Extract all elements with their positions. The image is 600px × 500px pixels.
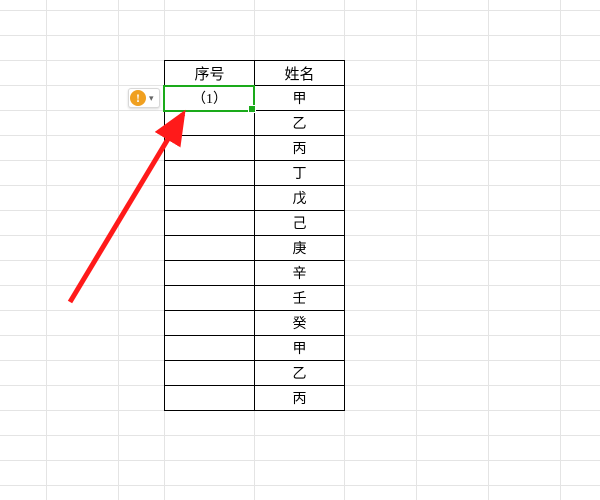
table-row: 己 xyxy=(165,211,345,236)
error-smart-tag[interactable]: ! ▾ xyxy=(128,88,160,108)
table-row: 甲 xyxy=(165,336,345,361)
cell-index[interactable] xyxy=(165,186,255,211)
cell-index[interactable] xyxy=(165,336,255,361)
cell-index[interactable] xyxy=(165,211,255,236)
table-row: 乙 xyxy=(165,361,345,386)
table-row: 丁 xyxy=(165,161,345,186)
table-row: 辛 xyxy=(165,261,345,286)
cell-index[interactable] xyxy=(165,361,255,386)
warning-icon: ! xyxy=(130,90,146,106)
cell-index[interactable] xyxy=(165,286,255,311)
cell-index[interactable] xyxy=(165,311,255,336)
table-row: 庚 xyxy=(165,236,345,261)
cell-name[interactable]: 甲 xyxy=(255,86,345,111)
cell-index[interactable] xyxy=(165,111,255,136)
cell-index[interactable]: （1） xyxy=(165,86,255,111)
cell-name[interactable]: 丙 xyxy=(255,386,345,411)
cell-index[interactable] xyxy=(165,261,255,286)
cell-name[interactable]: 乙 xyxy=(255,111,345,136)
cell-name[interactable]: 甲 xyxy=(255,336,345,361)
chevron-down-icon: ▾ xyxy=(149,93,154,104)
table-row: 壬 xyxy=(165,286,345,311)
cell-name[interactable]: 乙 xyxy=(255,361,345,386)
cell-index[interactable] xyxy=(165,386,255,411)
table-row: （1）甲 xyxy=(165,86,345,111)
col-header-name[interactable]: 姓名 xyxy=(255,61,345,86)
cell-name[interactable]: 辛 xyxy=(255,261,345,286)
table-row: 戊 xyxy=(165,186,345,211)
cell-name[interactable]: 壬 xyxy=(255,286,345,311)
cell-name[interactable]: 己 xyxy=(255,211,345,236)
table-row: 癸 xyxy=(165,311,345,336)
table-header-row: 序号 姓名 xyxy=(165,61,345,86)
cell-name[interactable]: 丙 xyxy=(255,136,345,161)
cell-index[interactable] xyxy=(165,236,255,261)
cell-index[interactable] xyxy=(165,161,255,186)
table-row: 丙 xyxy=(165,136,345,161)
cell-index[interactable] xyxy=(165,136,255,161)
cell-name[interactable]: 庚 xyxy=(255,236,345,261)
cell-name[interactable]: 癸 xyxy=(255,311,345,336)
table-row: 丙 xyxy=(165,386,345,411)
cell-name[interactable]: 戊 xyxy=(255,186,345,211)
table-row: 乙 xyxy=(165,111,345,136)
data-table: 序号 姓名 （1）甲乙丙丁戊己庚辛壬癸甲乙丙 xyxy=(164,60,345,411)
cell-name[interactable]: 丁 xyxy=(255,161,345,186)
col-header-index[interactable]: 序号 xyxy=(165,61,255,86)
